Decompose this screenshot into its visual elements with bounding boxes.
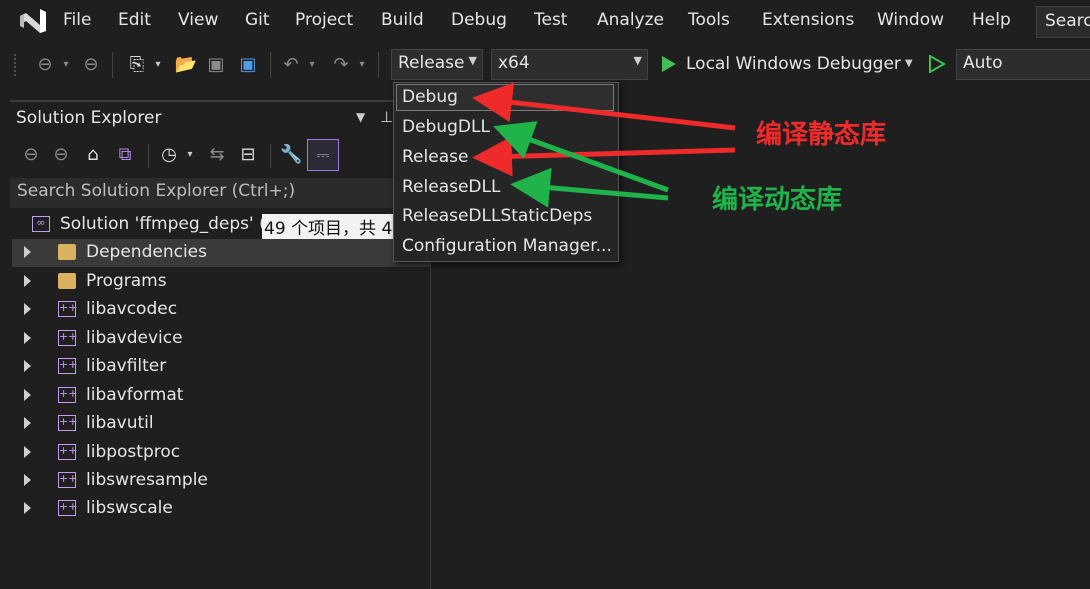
arrow-to-releasedll (510, 167, 669, 208)
arrow-to-debug (472, 82, 736, 131)
annotation-dynamic-library: 编译动态库 (712, 185, 843, 215)
arrow-to-debugdll (493, 121, 669, 193)
arrow-to-release (472, 136, 736, 177)
annotation-arrows (472, 82, 736, 208)
annotation-static-library: 编译静态库 (756, 120, 887, 150)
